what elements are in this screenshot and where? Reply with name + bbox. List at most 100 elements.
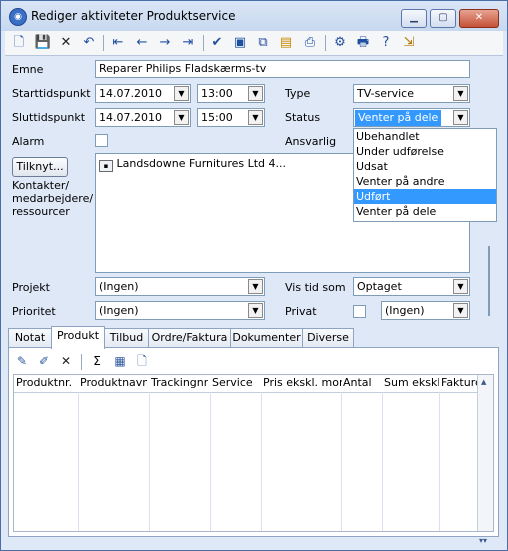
column-divider [149,392,150,531]
print-icon[interactable]: ⎙ [301,34,319,52]
contact-item-label: Landsdowne Furnitures Ltd 4... [116,157,287,170]
delete-icon[interactable]: ✕ [58,353,74,369]
tab-notat[interactable]: Notat [8,328,52,348]
priority-select[interactable]: (Ingen) ▼ [95,301,265,320]
chevron-down-icon[interactable]: ▼ [248,303,263,318]
next-record-icon[interactable]: → [156,34,174,52]
list-item[interactable]: Ubehandlet [354,129,496,144]
chevron-down-icon[interactable]: ▼ [174,86,189,101]
list-item[interactable]: Venter på andre [354,174,496,189]
printer-icon[interactable]: 🖶 [354,34,372,52]
chevron-down-icon[interactable]: ▼ [248,279,263,294]
start-label: Starttidspunkt [12,87,91,100]
document-icon[interactable]: 🗋 [134,353,150,369]
column-divider [382,392,383,531]
chevron-down-icon[interactable]: ▼ [453,86,468,101]
project-label: Projekt [12,281,50,294]
window-title: Rediger aktiviteter Produktservice [31,9,236,23]
list-item[interactable]: Under udførelse [354,144,496,159]
start-date-value: 14.07.2010 [99,87,162,100]
attach-icon[interactable]: ▤ [277,34,295,52]
app-icon: ◉ [9,8,27,26]
minimize-button[interactable]: ▁ [401,9,427,28]
end-time-value: 15:00 [201,111,233,124]
column-header[interactable]: Produktnavn [80,376,147,389]
start-time-value: 13:00 [201,87,233,100]
list-item[interactable]: Udført [354,189,496,204]
main-toolbar: 🗋 💾 ✕ ↶ ⇤ ← → ⇥ ✔ ▣ ⧉ ▤ ⎙ ⚙ 🖶 ? ⇲ [5,31,503,56]
private-checkbox[interactable] [353,305,366,318]
edit-icon[interactable]: ✐ [36,353,52,369]
maximize-button[interactable]: ▢ [430,9,456,28]
tab-diverse[interactable]: Diverse [302,328,354,348]
chevron-down-icon[interactable]: ▼ [453,303,468,318]
toolbar-separator [81,354,82,370]
show-time-select[interactable]: Optaget ▼ [353,277,470,296]
end-label: Sluttidspunkt [12,111,86,124]
project-select[interactable]: (Ingen) ▼ [95,277,265,296]
sum-icon[interactable]: Σ [89,353,105,369]
chevron-down-icon[interactable]: ▼ [453,279,468,294]
scrollbar[interactable] [488,246,490,316]
table-scrollbar[interactable]: ▲ [477,375,493,531]
help-icon[interactable]: ? [377,34,395,52]
properties-icon[interactable]: ⚙ [331,34,349,52]
title-bar[interactable]: ◉ Rediger aktiviteter Produktservice ▁ ▢… [1,1,507,31]
column-header[interactable]: Trackingnr. [151,376,208,389]
status-select[interactable]: Venter på dele ▼ [353,108,470,127]
status-value: Venter på dele [355,110,442,126]
toolbar-separator [203,35,204,51]
exit-icon[interactable]: ⇲ [400,34,418,52]
last-record-icon[interactable]: ⇥ [179,34,197,52]
edit-list-icon[interactable]: ✎ [14,353,30,369]
contacts-label: Kontakter/ medarbejdere/ ressourcer [12,179,94,218]
chevron-down-icon[interactable]: ▼ [453,110,468,125]
private-select[interactable]: (Ingen) ▼ [381,301,470,320]
chevron-down-icon[interactable]: ▼ [174,110,189,125]
list-item[interactable]: ▪ Landsdowne Furnitures Ltd 4... [99,157,286,172]
start-date-picker[interactable]: 14.07.2010 ▼ [95,84,191,103]
preview-icon[interactable]: ▣ [231,34,249,52]
column-header[interactable]: Produktnr. [16,376,76,389]
check-icon[interactable]: ✔ [208,34,226,52]
link-button[interactable]: Tilknyt... [12,157,68,177]
tab-ordre-faktura[interactable]: Ordre/Faktura [148,328,231,348]
minimize-icon: ▁ [410,12,418,23]
copy-icon[interactable]: ⧉ [254,34,272,52]
activity-edit-window: ◉ Rediger aktiviteter Produktservice ▁ ▢… [0,0,508,551]
delete-icon[interactable]: ✕ [57,34,75,52]
private-label: Privat [285,305,317,318]
save-icon[interactable]: 💾 [34,34,52,52]
product-tab-panel: ✎ ✐ ✕ Σ ▦ 🗋 Produktnr. Produktnavn Track… [8,347,499,537]
tab-dokumenter[interactable]: Dokumenter [230,328,303,348]
column-header[interactable]: Service [212,376,259,389]
undo-icon[interactable]: ↶ [80,34,98,52]
chevron-up-icon[interactable]: ▲ [481,378,486,386]
column-divider [261,392,262,531]
new-icon[interactable]: 🗋 [10,34,28,52]
previous-record-icon[interactable]: ← [133,34,151,52]
products-icon[interactable]: ▦ [112,353,128,369]
status-dropdown-list[interactable]: Ubehandlet Under udførelse Udsat Venter … [353,128,497,222]
column-header[interactable]: Antal [343,376,379,389]
chevron-down-icon[interactable]: ▼ [248,86,263,101]
tab-produkt[interactable]: Produkt [51,326,105,349]
start-time-picker[interactable]: 13:00 ▼ [197,84,265,103]
private-value: (Ingen) [385,304,425,317]
resize-grip-icon[interactable]: ▾▾ [479,536,501,546]
list-item[interactable]: Udsat [354,159,496,174]
chevron-down-icon[interactable]: ▼ [248,110,263,125]
responsible-label: Ansvarlig [285,135,337,148]
first-record-icon[interactable]: ⇤ [109,34,127,52]
tab-tilbud[interactable]: Tilbud [104,328,149,348]
column-header[interactable]: Sum ekskl. [384,376,439,389]
alarm-checkbox[interactable] [95,134,108,147]
end-time-picker[interactable]: 15:00 ▼ [197,108,265,127]
close-button[interactable]: ✕ [459,9,499,28]
type-select[interactable]: TV-service ▼ [353,84,470,103]
column-header[interactable]: Pris ekskl. moms [263,376,342,389]
column-header[interactable]: Fakture [441,376,481,389]
subject-input[interactable]: Reparer Philips Fladskærms-tv [95,60,470,78]
list-item[interactable]: Venter på dele [354,204,496,219]
end-date-picker[interactable]: 14.07.2010 ▼ [95,108,191,127]
